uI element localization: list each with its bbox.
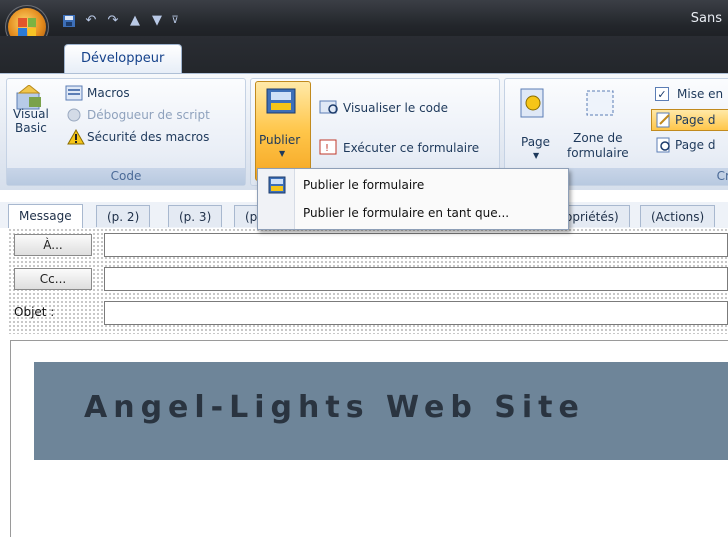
tab-message[interactable]: Message xyxy=(8,204,83,228)
page-edit-icon xyxy=(656,112,672,128)
page-chevron-icon: ▼ xyxy=(533,151,540,160)
macros-button[interactable]: Macros xyxy=(87,86,130,100)
quick-access-toolbar: ↶ ↷ ▲ ▼ ⊽ xyxy=(60,12,180,30)
code-group: Visual Basic Macros Débogueur de script … xyxy=(6,78,246,186)
tab-developer[interactable]: Développeur xyxy=(64,44,182,74)
tab-page-2[interactable]: (p. 2) xyxy=(96,205,151,227)
publish-form-icon xyxy=(268,176,286,194)
visual-basic-button[interactable]: Visual Basic xyxy=(13,107,49,135)
page-preview-icon xyxy=(656,137,672,153)
cc-button[interactable]: Cc... xyxy=(14,268,92,290)
page-icon xyxy=(517,87,549,119)
view-code-icon xyxy=(319,99,339,115)
up-arrow-icon[interactable]: ▲ xyxy=(126,13,144,29)
run-form-icon: ! xyxy=(319,139,339,155)
to-button[interactable]: À... xyxy=(14,234,92,256)
warning-icon xyxy=(67,128,85,145)
window-title: Sans xyxy=(690,11,722,26)
publish-form-as-label: Publier le formulaire en tant que... xyxy=(303,206,510,220)
form-region-icon xyxy=(585,89,615,117)
to-field[interactable] xyxy=(104,233,728,257)
menu-item-publish-form-as[interactable]: Publier le formulaire en tant que... xyxy=(258,201,566,225)
tab-page-3[interactable]: (p. 3) xyxy=(168,205,223,227)
cc-field[interactable] xyxy=(104,267,728,291)
customize-qat-icon[interactable]: ⊽ xyxy=(170,13,180,29)
macro-security-button[interactable]: Sécurité des macros xyxy=(87,130,209,144)
checkbox-icon[interactable]: ✓ xyxy=(655,87,669,101)
page-d-button-1[interactable]: Page d xyxy=(675,113,715,127)
subject-label: Objet : xyxy=(14,305,55,319)
tab-actions[interactable]: (Actions) xyxy=(640,205,716,227)
code-group-label: Code xyxy=(7,168,245,185)
layout-toggle[interactable]: Mise en xyxy=(677,87,723,101)
menu-item-publish-form[interactable]: Publier le formulaire xyxy=(258,173,566,197)
undo-icon[interactable]: ↶ xyxy=(82,13,100,29)
redo-icon[interactable]: ↷ xyxy=(104,13,122,29)
save-icon[interactable] xyxy=(60,13,78,29)
view-code-button[interactable]: Visualiser le code xyxy=(343,101,448,115)
script-debugger-icon xyxy=(65,107,83,123)
publish-dropdown-menu: Publier le formulaire Publier le formula… xyxy=(257,168,569,230)
page-d-button-2[interactable]: Page d xyxy=(675,138,715,152)
script-debugger-button[interactable]: Débogueur de script xyxy=(87,108,210,122)
page-button[interactable]: Page xyxy=(521,135,550,149)
publish-icon xyxy=(265,87,299,119)
svg-text:!: ! xyxy=(325,143,329,154)
publish-label: Publier xyxy=(259,133,301,147)
publish-form-label: Publier le formulaire xyxy=(303,178,425,192)
chevron-down-icon: ▼ xyxy=(279,149,286,158)
form-region-button[interactable]: Zone de formulaire xyxy=(567,131,629,161)
subject-field[interactable] xyxy=(104,301,728,325)
run-form-button[interactable]: Exécuter ce formulaire xyxy=(343,141,479,155)
office-logo-icon xyxy=(18,18,36,36)
banner-image: Angel-Lights Web Site xyxy=(34,362,728,460)
banner-text: Angel-Lights Web Site xyxy=(84,390,585,425)
down-arrow-icon[interactable]: ▼ xyxy=(148,13,166,29)
macros-icon xyxy=(65,85,83,101)
